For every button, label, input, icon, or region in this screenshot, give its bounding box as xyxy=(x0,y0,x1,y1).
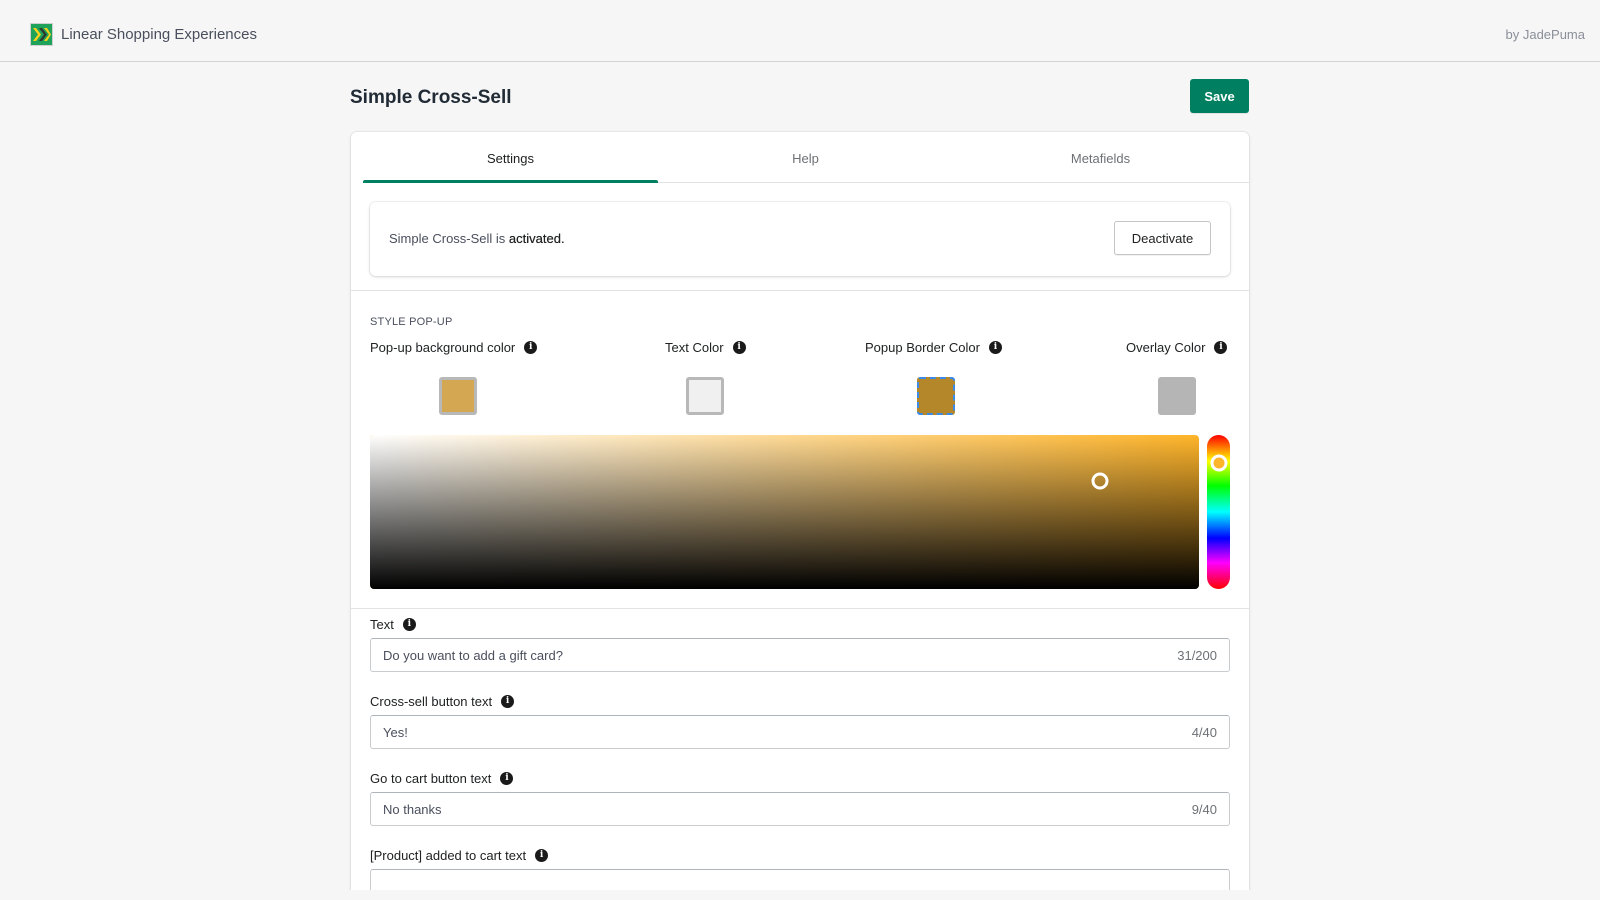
status-text: Simple Cross-Sell is activated. xyxy=(389,231,565,246)
go-to-cart-button-text-label-text: Go to cart button text xyxy=(370,771,492,786)
popup-border-color-label-text: Popup Border Color xyxy=(865,340,980,355)
picker-cursor-handle[interactable] xyxy=(1091,472,1109,490)
popup-border-color-label: Popup Border Color i xyxy=(865,340,1002,355)
settings-card: Settings Help Metafields Simple Cross-Se… xyxy=(351,132,1249,892)
popup-bg-color-label-text: Pop-up background color xyxy=(370,340,516,355)
style-popup-heading: STYLE POP-UP xyxy=(370,316,453,328)
brand: Linear Shopping Experiences xyxy=(30,23,257,46)
hue-slider-thumb[interactable] xyxy=(1210,454,1227,472)
tab-metafields[interactable]: Metafields xyxy=(953,132,1248,182)
text-color-label-text: Text Color xyxy=(665,340,724,355)
info-icon[interactable]: i xyxy=(988,341,1002,354)
cross-sell-button-text-input[interactable]: 4/40 xyxy=(370,715,1230,749)
info-icon[interactable]: i xyxy=(500,772,514,785)
info-icon[interactable]: i xyxy=(732,341,746,354)
info-icon[interactable]: i xyxy=(402,618,416,631)
status-prefix: Simple Cross-Sell is xyxy=(389,231,509,246)
go-to-cart-button-text-label: Go to cart button text i xyxy=(370,771,514,786)
overlay-color-swatch[interactable] xyxy=(1158,377,1196,415)
text-color-swatch[interactable] xyxy=(686,377,724,415)
info-icon[interactable]: i xyxy=(1214,341,1228,354)
double-chevron-right-icon xyxy=(30,23,53,46)
product-added-text-label: [Product] added to cart text i xyxy=(370,848,549,863)
top-bar: Linear Shopping Experiences by JadePuma xyxy=(0,0,1600,62)
char-counter: 9/40 xyxy=(1191,802,1217,817)
tab-help[interactable]: Help xyxy=(658,132,953,182)
popup-text-input-field[interactable] xyxy=(371,639,1229,671)
char-counter: 31/200 xyxy=(1177,648,1217,663)
product-added-text-label-text: [Product] added to cart text xyxy=(370,848,527,863)
char-counter: 4/40 xyxy=(1191,725,1217,740)
popup-text-input[interactable]: 31/200 xyxy=(370,638,1230,672)
app-name: Linear Shopping Experiences xyxy=(61,26,257,43)
tab-settings[interactable]: Settings xyxy=(363,132,658,183)
page-footer-strip xyxy=(0,890,1600,900)
info-icon[interactable]: i xyxy=(501,695,515,708)
picker-black-layer xyxy=(370,435,1199,589)
save-button[interactable]: Save xyxy=(1190,79,1249,113)
section-divider xyxy=(351,290,1249,291)
saturation-brightness-picker[interactable] xyxy=(370,435,1199,589)
hue-slider[interactable] xyxy=(1207,435,1230,589)
status-state: activated. xyxy=(508,231,565,246)
overlay-color-label: Overlay Color i xyxy=(1126,340,1228,355)
info-icon[interactable]: i xyxy=(535,849,549,862)
cross-sell-button-text-label-text: Cross-sell button text xyxy=(370,694,493,709)
text-color-label: Text Color i xyxy=(665,340,746,355)
deactivate-button[interactable]: Deactivate xyxy=(1114,221,1211,255)
go-to-cart-button-text-input-field[interactable] xyxy=(371,793,1229,825)
popup-bg-color-label: Pop-up background color i xyxy=(370,340,538,355)
text-field-label-text: Text xyxy=(370,617,394,632)
product-added-text-input[interactable] xyxy=(370,869,1230,892)
popup-border-color-swatch[interactable] xyxy=(917,377,955,415)
tab-bar: Settings Help Metafields xyxy=(363,132,1249,183)
section-divider xyxy=(351,608,1249,609)
activation-status-banner: Simple Cross-Sell is activated. Deactiva… xyxy=(370,202,1230,276)
product-added-text-input-field[interactable] xyxy=(371,870,1229,892)
overlay-color-label-text: Overlay Color xyxy=(1126,340,1206,355)
page-title: Simple Cross-Sell xyxy=(350,87,512,108)
info-icon[interactable]: i xyxy=(524,341,538,354)
cross-sell-button-text-input-field[interactable] xyxy=(371,716,1229,748)
cross-sell-button-text-label: Cross-sell button text i xyxy=(370,694,515,709)
go-to-cart-button-text-input[interactable]: 9/40 xyxy=(370,792,1230,826)
text-field-label: Text i xyxy=(370,617,416,632)
developer-byline: by JadePuma xyxy=(1505,27,1586,42)
popup-bg-color-swatch[interactable] xyxy=(439,377,477,415)
